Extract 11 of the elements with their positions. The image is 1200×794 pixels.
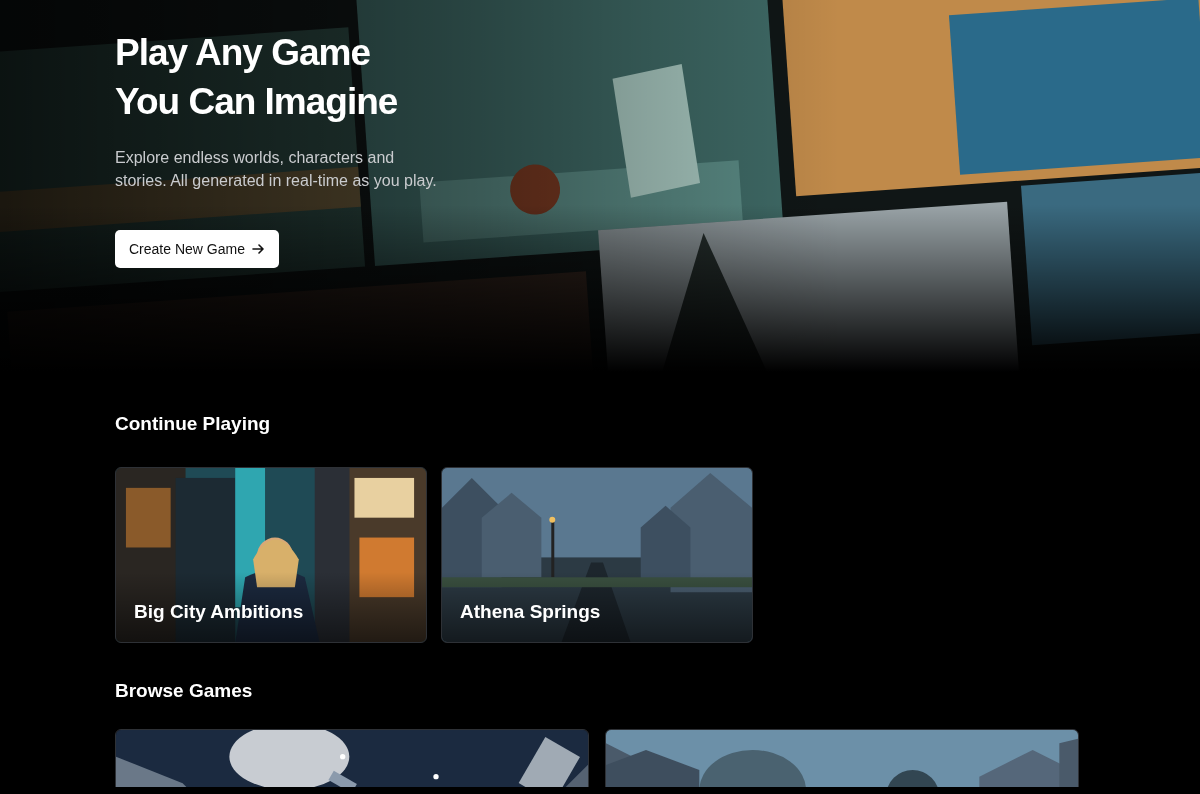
section-heading: Continue Playing bbox=[115, 412, 272, 436]
hero-subtitle: Explore endless worlds, characters and stories. All generated in real-time as you play. bbox=[115, 148, 438, 191]
hero-title: You Can Imagine bbox=[115, 80, 398, 124]
game-card[interactable]: Athena Springs bbox=[441, 467, 753, 643]
create-game-button[interactable]: Create New Game bbox=[115, 230, 279, 268]
section-heading: Browse Games bbox=[115, 679, 254, 703]
arrow-right-icon bbox=[250, 242, 265, 256]
hero-title: Play Any Game bbox=[115, 31, 371, 75]
game-title: Big City Ambitions bbox=[134, 600, 304, 624]
game-card[interactable]: Big City Ambitions bbox=[115, 467, 427, 643]
game-title: Athena Springs bbox=[460, 600, 601, 624]
